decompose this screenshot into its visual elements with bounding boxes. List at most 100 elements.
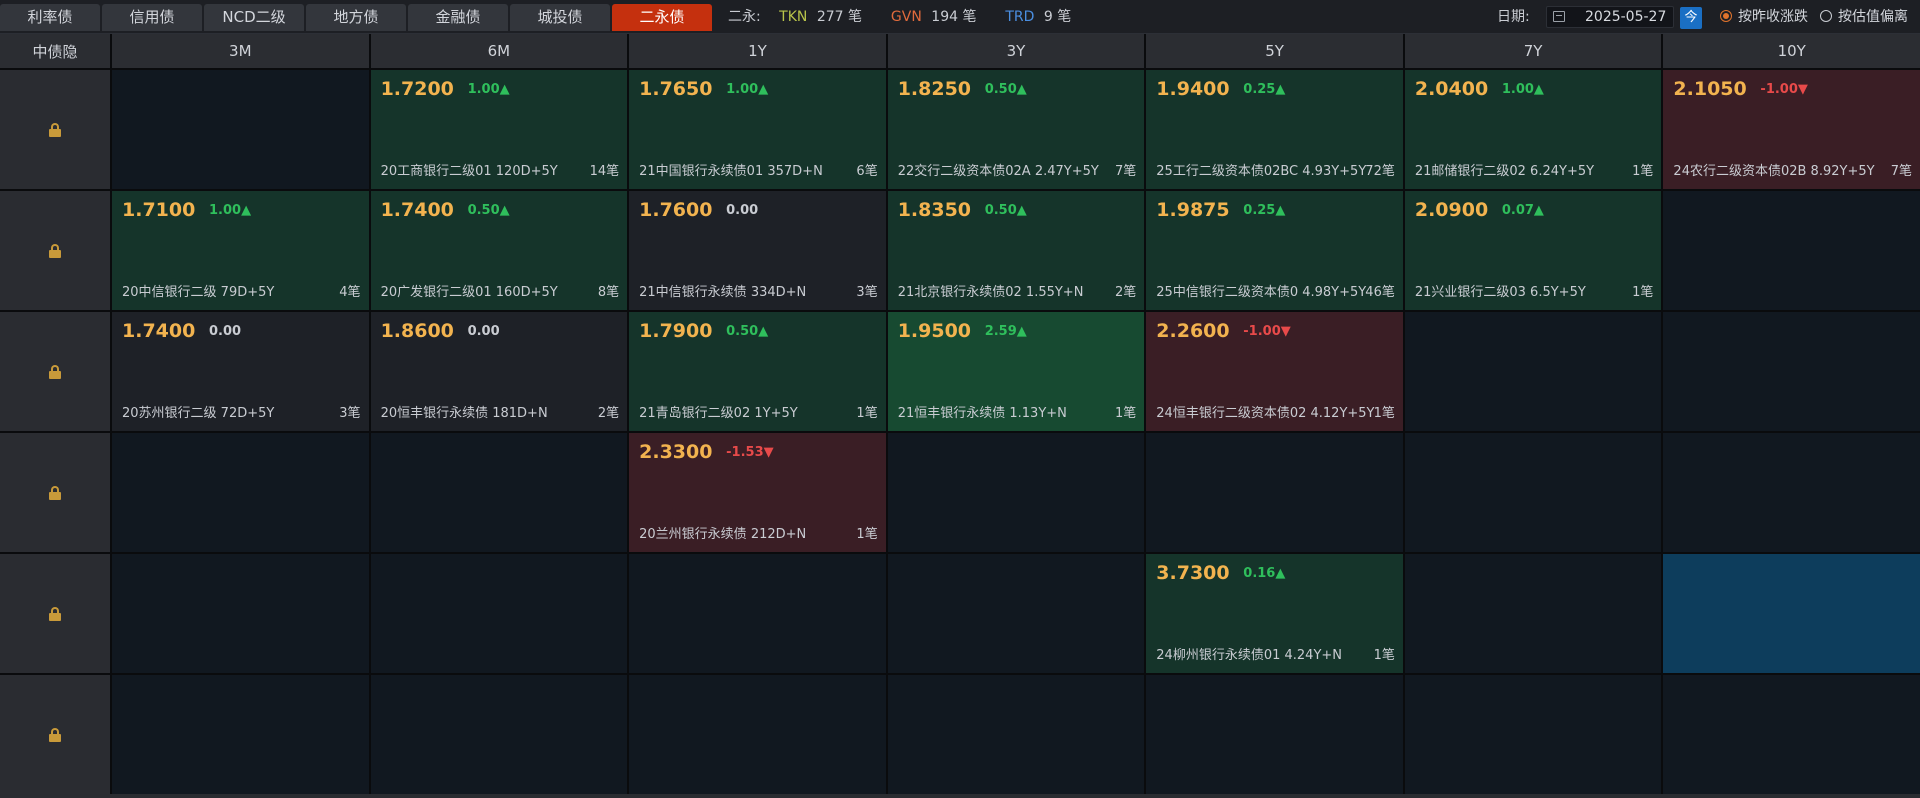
matrix-cell-empty[interactable] (112, 554, 369, 673)
tab-4[interactable]: 金融债 (408, 4, 508, 31)
matrix-cell[interactable]: 2.0400 1.00▲ 21邮储银行二级02 6.24Y+5Y 1笔 (1404, 70, 1662, 189)
change-value: 0.00 (467, 324, 500, 339)
matrix-cell[interactable]: 1.9500 2.59▲ 21恒丰银行永续债 1.13Y+N 1笔 (887, 312, 1145, 431)
row-lock[interactable] (0, 554, 110, 673)
column-header-10Y[interactable]: 10Y (1663, 34, 1920, 68)
trade-summary: 二永: TKN 277 笔 GVN 194 笔 TRD 9 笔 (728, 0, 1076, 34)
matrix-cell-empty[interactable] (1663, 191, 1920, 310)
trade-count: 1笔 (1373, 406, 1395, 421)
tab-3[interactable]: 地方债 (306, 4, 406, 31)
matrix-cell-empty[interactable] (1404, 433, 1662, 552)
radio-prev-close-change[interactable]: 按昨收涨跌 (1720, 0, 1808, 34)
tab-6[interactable]: 二永债 (612, 4, 712, 31)
lock-icon[interactable] (49, 243, 61, 258)
date-picker[interactable]: 2025-05-27 (1546, 6, 1674, 28)
matrix-cell-empty[interactable] (1146, 675, 1403, 794)
matrix-cell-empty[interactable] (1663, 433, 1920, 552)
matrix-cell[interactable]: 1.7200 1.00▲ 20工商银行二级01 120D+5Y 14笔 (370, 70, 628, 189)
matrix-cell[interactable]: 2.0900 0.07▲ 21兴业银行二级03 6.5Y+5Y 1笔 (1404, 191, 1662, 310)
matrix-cell[interactable]: 1.9875 0.25▲ 25中信银行二级资本债0 4.98Y+5Y 46笔 (1146, 191, 1403, 310)
radio-label: 按估值偏离 (1838, 9, 1908, 25)
horizontal-scrollbar[interactable] (0, 794, 1920, 798)
matrix-cell-empty[interactable] (112, 70, 369, 189)
bond-name: 24恒丰银行二级资本债02 4.12Y+5Y (1156, 406, 1375, 421)
column-header-1Y[interactable]: 1Y (629, 34, 886, 68)
tab-5[interactable]: 城投债 (510, 4, 610, 31)
matrix-cell[interactable]: 1.7100 1.00▲ 20中信银行二级 79D+5Y 4笔 (112, 191, 369, 310)
matrix-cell-empty[interactable] (1404, 312, 1662, 431)
yield-value: 3.7300 (1156, 562, 1230, 584)
bond-name: 20苏州银行二级 72D+5Y (122, 406, 275, 421)
date-value[interactable]: 2025-05-27 (1585, 7, 1666, 27)
radio-dot-icon[interactable] (1720, 10, 1732, 22)
column-header-5Y[interactable]: 5Y (1146, 34, 1403, 68)
matrix-cell[interactable]: 2.3300 -1.53▼ 20兰州银行永续债 212D+N 1笔 (629, 433, 886, 552)
matrix-cell[interactable]: 1.7600 0.00 21中信银行永续债 334D+N 3笔 (629, 191, 886, 310)
matrix-cell-empty[interactable] (1404, 554, 1662, 673)
matrix-cell[interactable]: 1.7650 1.00▲ 21中国银行永续债01 357D+N 6笔 (629, 70, 886, 189)
matrix-cell[interactable]: 2.1050 -1.00▼ 24农行二级资本债02B 8.92Y+5Y 7笔 (1663, 70, 1920, 189)
column-header-3Y[interactable]: 3Y (887, 34, 1145, 68)
radio-valuation-deviation[interactable]: 按估值偏离 (1820, 0, 1908, 34)
row-lock[interactable] (0, 312, 110, 431)
matrix-cell-empty[interactable] (370, 433, 628, 552)
matrix-cell-empty[interactable] (887, 554, 1145, 673)
lock-icon[interactable] (49, 122, 61, 137)
lock-icon[interactable] (49, 606, 61, 621)
trade-count: 1笔 (856, 527, 878, 542)
column-header-3M[interactable]: 3M (112, 34, 369, 68)
yield-value: 1.8600 (380, 320, 454, 342)
tab-1[interactable]: 信用债 (102, 4, 202, 31)
bond-name: 24柳州银行永续债01 4.24Y+N (1156, 648, 1343, 663)
matrix-cell-empty[interactable] (1663, 554, 1920, 673)
matrix-cell-empty[interactable] (887, 433, 1145, 552)
yield-value: 1.7400 (380, 199, 454, 221)
column-header-6M[interactable]: 6M (370, 34, 628, 68)
yield-value: 1.9400 (1156, 78, 1230, 100)
bond-name: 21中信银行永续债 334D+N (639, 285, 807, 300)
trade-count: 4笔 (339, 285, 361, 300)
matrix-cell[interactable]: 1.9400 0.25▲ 25工行二级资本债02BC 4.93Y+5Y 72笔 (1146, 70, 1403, 189)
matrix-cell[interactable]: 1.7900 0.50▲ 21青岛银行二级02 1Y+5Y 1笔 (629, 312, 886, 431)
matrix-cell-empty[interactable] (1663, 312, 1920, 431)
trade-count: 1笔 (1373, 648, 1395, 663)
row-lock[interactable] (0, 675, 110, 794)
matrix-cell[interactable]: 1.8250 0.50▲ 22交行二级资本债02A 2.47Y+5Y 7笔 (887, 70, 1145, 189)
matrix-cell-empty[interactable] (629, 554, 886, 673)
matrix-cell-empty[interactable] (887, 675, 1145, 794)
matrix-cell[interactable]: 3.7300 0.16▲ 24柳州银行永续债01 4.24Y+N 1笔 (1146, 554, 1403, 673)
matrix-cell[interactable]: 1.7400 0.00 20苏州银行二级 72D+5Y 3笔 (112, 312, 369, 431)
matrix-cell-empty[interactable] (112, 433, 369, 552)
matrix-cell-empty[interactable] (1146, 433, 1403, 552)
tab-0[interactable]: 利率债 (0, 4, 100, 31)
lock-icon[interactable] (49, 485, 61, 500)
bond-name: 22交行二级资本债02A 2.47Y+5Y (897, 164, 1099, 179)
tab-2[interactable]: NCD二级 (204, 4, 304, 31)
row-lock[interactable] (0, 433, 110, 552)
calendar-icon[interactable] (1553, 11, 1565, 22)
matrix-cell-empty[interactable] (629, 675, 886, 794)
radio-label: 按昨收涨跌 (1738, 9, 1808, 25)
matrix-cell[interactable]: 1.7400 0.50▲ 20广发银行二级01 160D+5Y 8笔 (370, 191, 628, 310)
trd-label: TRD (1005, 9, 1035, 25)
matrix-cell-empty[interactable] (112, 675, 369, 794)
gvn-label: GVN (890, 9, 922, 25)
today-button[interactable]: 今 (1680, 7, 1702, 29)
matrix-cell[interactable]: 2.2600 -1.00▼ 24恒丰银行二级资本债02 4.12Y+5Y 1笔 (1146, 312, 1403, 431)
trade-count: 7笔 (1115, 164, 1137, 179)
change-value: 0.50▲ (726, 324, 769, 339)
row-lock[interactable] (0, 191, 110, 310)
row-lock[interactable] (0, 70, 110, 189)
matrix-cell[interactable]: 1.8350 0.50▲ 21北京银行永续债02 1.55Y+N 2笔 (887, 191, 1145, 310)
matrix-cell-empty[interactable] (370, 554, 628, 673)
lock-icon[interactable] (49, 364, 61, 379)
matrix-cell-empty[interactable] (1404, 675, 1662, 794)
change-value: 1.00▲ (209, 203, 252, 218)
matrix-cell-empty[interactable] (370, 675, 628, 794)
lock-icon[interactable] (49, 727, 61, 742)
column-header-7Y[interactable]: 7Y (1404, 34, 1662, 68)
matrix-cell[interactable]: 1.8600 0.00 20恒丰银行永续债 181D+N 2笔 (370, 312, 628, 431)
matrix-cell-empty[interactable] (1663, 675, 1920, 794)
radio-dot-icon[interactable] (1820, 10, 1832, 22)
yield-value: 1.8250 (897, 78, 972, 100)
